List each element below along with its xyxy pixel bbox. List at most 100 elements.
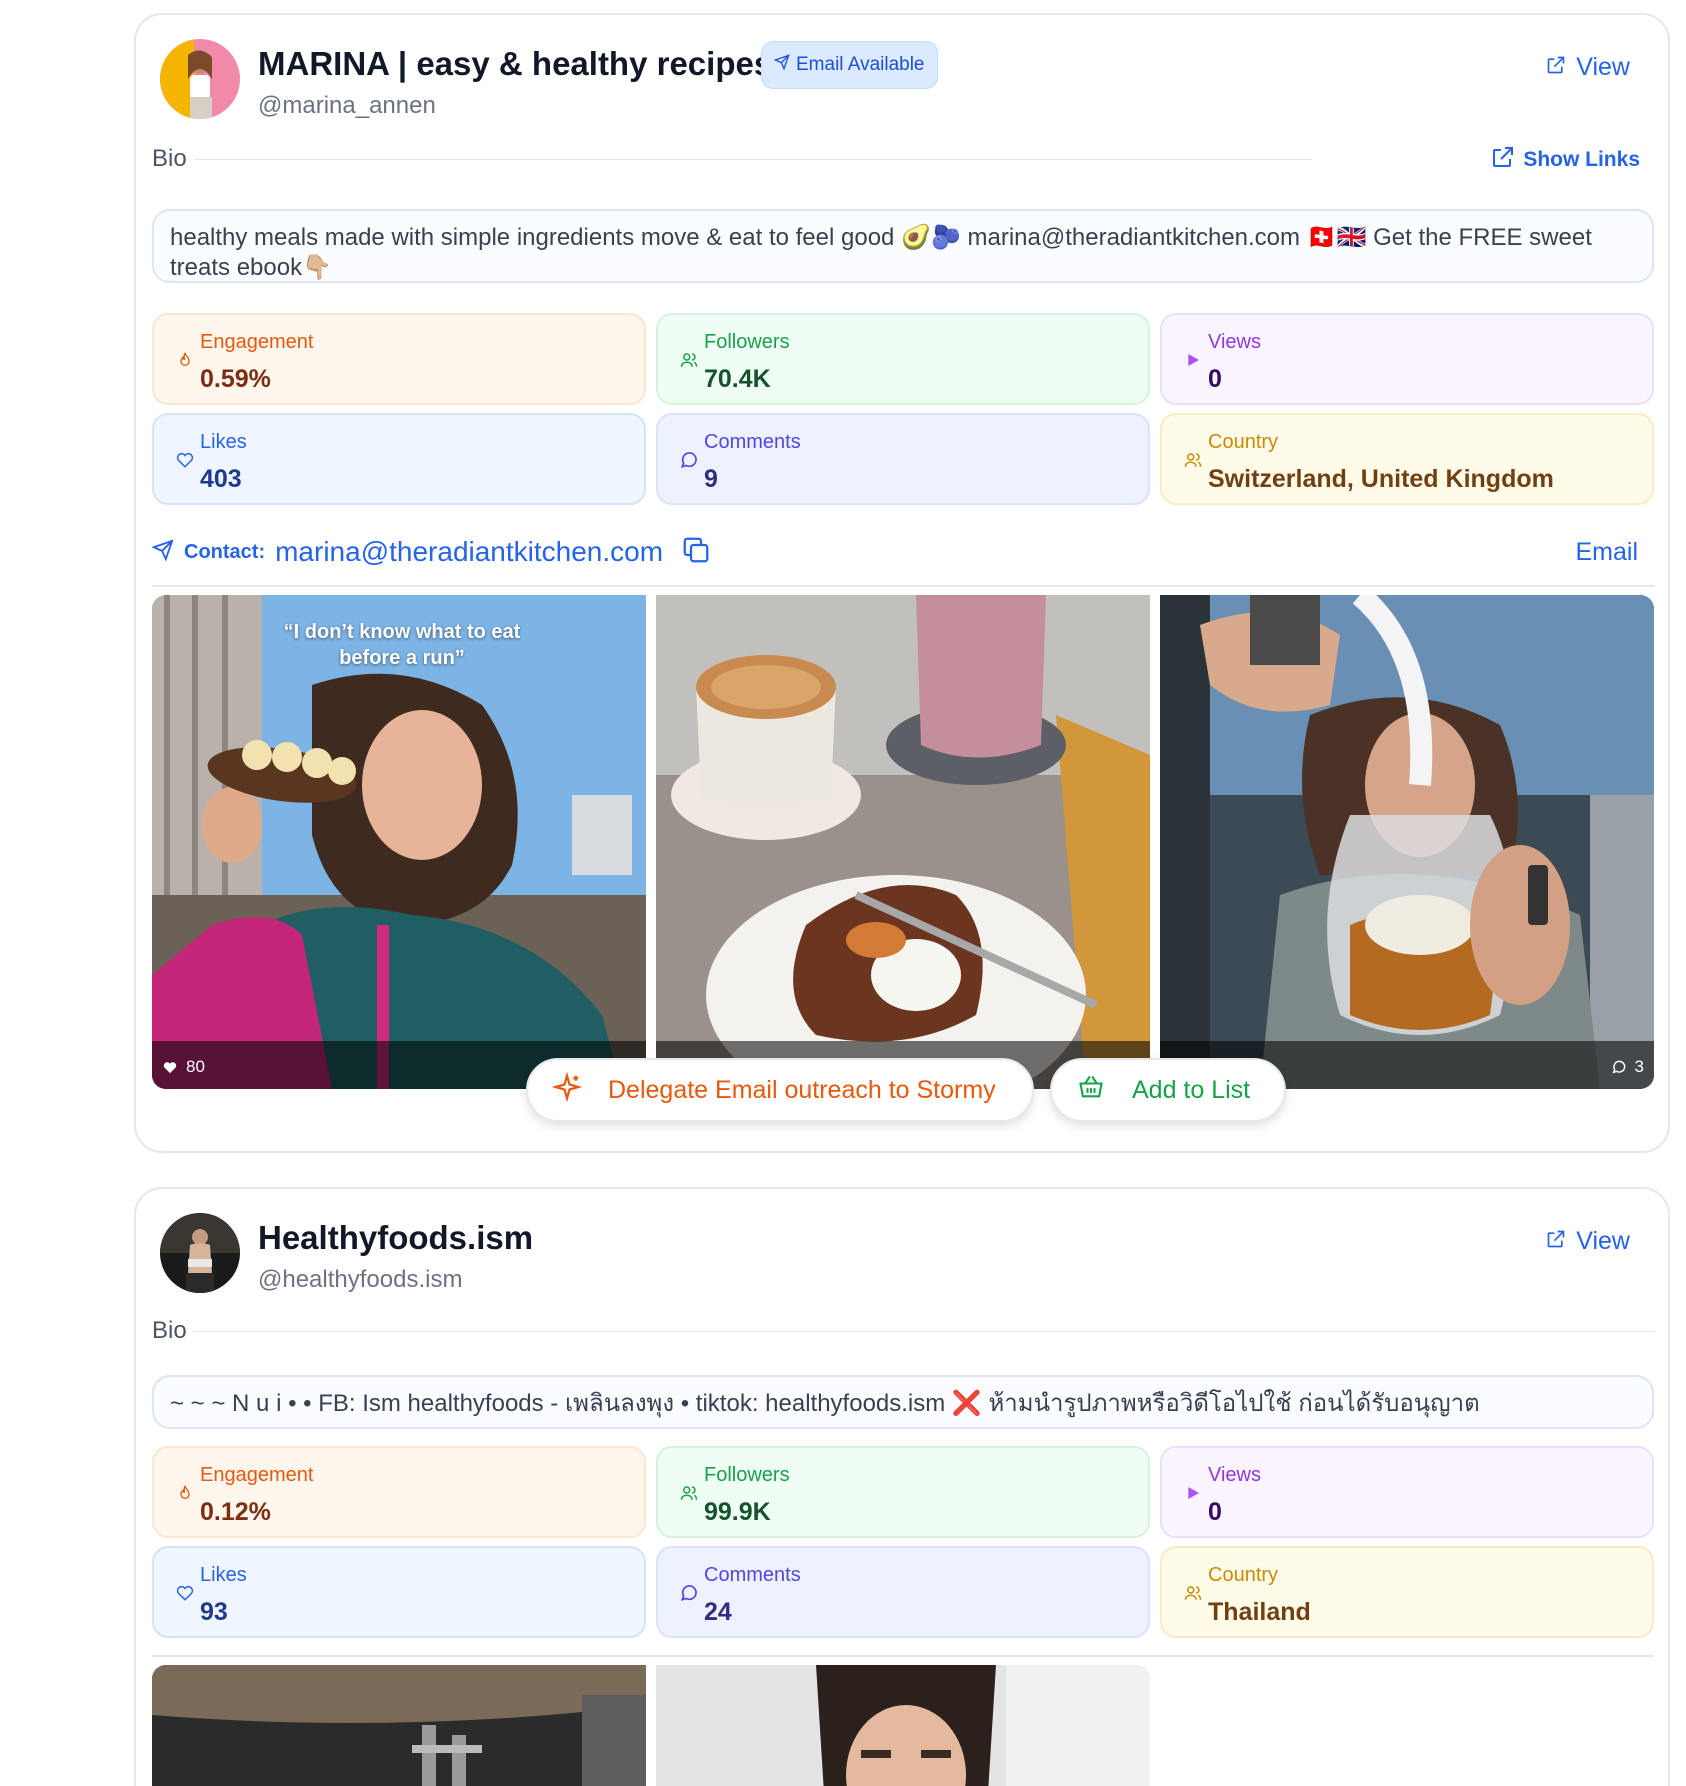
stat-followers: Followers 70.4K — [656, 313, 1150, 405]
stat-label: Comments — [704, 431, 801, 453]
stat-engagement: Engagement 0.12% — [152, 1446, 646, 1538]
view-profile-link[interactable]: View — [1546, 1227, 1630, 1256]
bio-divider — [194, 159, 1312, 160]
play-icon — [1182, 349, 1204, 371]
show-links-label: Show Links — [1523, 148, 1640, 171]
stat-label: Engagement — [200, 1464, 314, 1486]
delegate-label: Delegate Email outreach to Stormy — [608, 1075, 996, 1104]
stat-label: Views — [1208, 331, 1261, 353]
users-icon — [678, 1482, 700, 1504]
view-label: View — [1576, 1227, 1630, 1255]
stat-likes: Likes 93 — [152, 1546, 646, 1638]
post-comments: 3 — [1611, 1057, 1644, 1077]
stat-value: 93 — [200, 1598, 228, 1626]
stat-value: 0.12% — [200, 1498, 271, 1526]
comments-count: 3 — [1634, 1057, 1644, 1076]
comment-icon — [1611, 1059, 1627, 1075]
stat-value: 9 — [704, 465, 718, 493]
stat-country: Country Thailand — [1160, 1546, 1654, 1638]
stat-followers: Followers 99.9K — [656, 1446, 1150, 1538]
play-icon — [1182, 1482, 1204, 1504]
stat-label: Country — [1208, 1564, 1279, 1586]
heart-icon — [162, 1060, 178, 1075]
view-profile-link[interactable]: View — [1546, 53, 1630, 82]
external-link-icon — [1491, 145, 1515, 175]
users-icon — [1182, 449, 1204, 471]
add-to-list-label: Add to List — [1132, 1075, 1251, 1104]
bio-text: healthy meals made with simple ingredien… — [152, 209, 1654, 283]
contact-row: Contact: marina@theradiantkitchen.com Em… — [151, 527, 1654, 577]
stat-value: Switzerland, United Kingdom — [1208, 465, 1554, 493]
post-thumbnail[interactable] — [656, 595, 1150, 1089]
stat-views: Views 0 — [1160, 313, 1654, 405]
external-link-icon — [1546, 1227, 1566, 1256]
external-link-icon — [1546, 53, 1566, 82]
show-links-button[interactable]: Show Links — [1491, 145, 1640, 175]
post-caption: “I don’t know what to eat before a run” — [283, 621, 521, 669]
avatar[interactable] — [160, 39, 240, 119]
users-icon — [678, 349, 700, 371]
comment-icon — [678, 1582, 700, 1604]
stat-value: 0 — [1208, 365, 1222, 393]
profile-name: Healthyfoods.ism — [258, 1219, 534, 1256]
stat-value: 0 — [1208, 1498, 1222, 1526]
add-to-list-button[interactable]: Add to List — [1050, 1058, 1286, 1122]
bio-heading: Bio — [152, 1317, 187, 1344]
stat-label: Views — [1208, 1464, 1261, 1486]
badge-label: Email Available — [796, 54, 925, 75]
likes-count: 80 — [186, 1057, 205, 1076]
stat-value: 24 — [704, 1598, 732, 1626]
divider — [152, 1655, 1654, 1657]
delegate-stormy-button[interactable]: Delegate Email outreach to Stormy — [526, 1058, 1034, 1122]
stat-comments: Comments 24 — [656, 1546, 1150, 1638]
post-likes: 80 — [162, 1057, 205, 1077]
stat-label: Likes — [200, 1564, 247, 1586]
heart-icon — [174, 1582, 196, 1604]
stat-value: 0.59% — [200, 365, 271, 393]
stat-value: 403 — [200, 465, 242, 493]
bio-divider — [194, 1331, 1654, 1332]
stat-engagement: Engagement 0.59% — [152, 313, 646, 405]
basket-icon — [1076, 1073, 1106, 1108]
creator-card: MARINA | easy & healthy recipes Email Av… — [134, 13, 1670, 1153]
view-label: View — [1576, 53, 1630, 81]
contact-label: Contact: — [184, 540, 266, 563]
send-icon — [773, 54, 790, 76]
avatar[interactable] — [160, 1213, 240, 1293]
flame-icon — [174, 349, 196, 371]
post-thumbnail[interactable] — [656, 1665, 1150, 1786]
stat-label: Followers — [704, 1464, 790, 1486]
stat-likes: Likes 403 — [152, 413, 646, 505]
stat-value: 99.9K — [704, 1498, 771, 1526]
stat-label: Comments — [704, 1564, 801, 1586]
bio-text: ~ ~ ~ N u i • • FB: Ism healthyfoods - เ… — [152, 1375, 1654, 1429]
sparkle-icon — [551, 1071, 583, 1109]
post-thumbnail[interactable]: 3 — [1160, 595, 1654, 1089]
stat-label: Engagement — [200, 331, 314, 353]
divider — [152, 585, 1654, 587]
stat-country: Country Switzerland, United Kingdom — [1160, 413, 1654, 505]
bio-heading: Bio — [152, 145, 187, 172]
send-icon — [151, 538, 174, 566]
heart-icon — [174, 449, 196, 471]
email-button[interactable]: Email — [1575, 538, 1638, 567]
stat-value: 70.4K — [704, 365, 771, 393]
copy-icon[interactable] — [681, 535, 711, 570]
stat-label: Likes — [200, 431, 247, 453]
stat-label: Followers — [704, 331, 790, 353]
post-thumbnail[interactable] — [152, 1665, 646, 1786]
profile-handle: @marina_annen — [258, 92, 436, 119]
users-icon — [1182, 1582, 1204, 1604]
stat-views: Views 0 — [1160, 1446, 1654, 1538]
email-available-badge: Email Available — [761, 41, 938, 89]
flame-icon — [174, 1482, 196, 1504]
profile-name: MARINA | easy & healthy recipes — [258, 45, 773, 82]
stat-label: Country — [1208, 431, 1279, 453]
comment-icon — [678, 449, 700, 471]
contact-email[interactable]: marina@theradiantkitchen.com — [275, 536, 663, 568]
profile-handle: @healthyfoods.ism — [258, 1266, 463, 1293]
stat-comments: Comments 9 — [656, 413, 1150, 505]
post-thumbnail[interactable]: “I don’t know what to eat before a run” … — [152, 595, 646, 1089]
stat-value: Thailand — [1208, 1598, 1311, 1626]
creator-card: Healthyfoods.ism @healthyfoods.ism View … — [134, 1187, 1670, 1786]
